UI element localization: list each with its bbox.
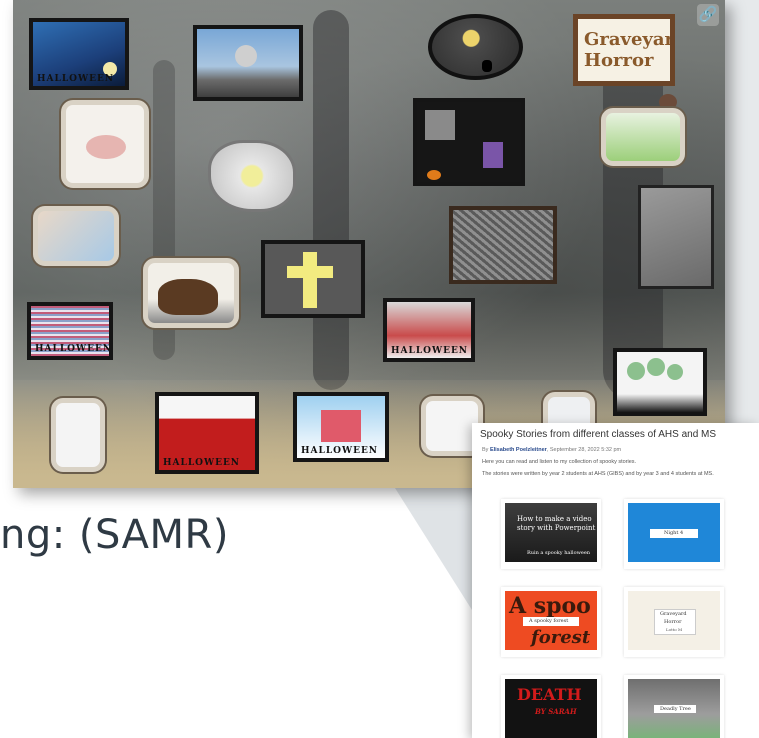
tile-sketch-window[interactable] <box>449 206 557 284</box>
post-intro: Here you can read and listen to my colle… <box>482 459 637 465</box>
card-thumbnail: How to make a video story with Powerpoin… <box>505 503 597 562</box>
tree-icon <box>667 364 683 380</box>
card-thumbnail: DEATH BY SARAH <box>505 679 597 738</box>
tile-red-house-snow[interactable]: HALLOWEEN <box>293 392 389 462</box>
card-spooky-forest[interactable]: A spoo A spooky forest forest <box>501 587 601 657</box>
post-date: , September 28, 2022 5:32 pm <box>546 447 622 453</box>
tile-red-fire[interactable]: HALLOWEEN <box>155 392 259 474</box>
card-thumbnail: Deadly Tree <box>628 679 720 738</box>
tile-trees-night[interactable] <box>613 348 707 416</box>
post-description: The stories were written by year 2 stude… <box>482 471 714 477</box>
tile-halloween-night-sky[interactable]: HALLOWEEN <box>29 18 129 90</box>
post-title: Spooky Stories from different classes of… <box>480 429 717 440</box>
tile-caption: HALLOWEEN <box>37 74 115 84</box>
house-shape <box>321 410 361 442</box>
cat-icon <box>482 60 492 72</box>
castle-shape <box>425 110 455 140</box>
angels-sketch <box>86 135 126 159</box>
card-thumbnail: Night 4 <box>628 503 720 562</box>
card-text: story with Powerpoint <box>517 524 596 532</box>
post-byline: By Elisabeth Poelzleitner, September 28,… <box>482 447 621 453</box>
tile-graveyard-moon[interactable] <box>193 25 303 101</box>
card-text: Ruin a spooky halloween <box>527 550 591 556</box>
card-big-text: forest <box>531 627 591 648</box>
card-graveyard[interactable]: Graveyard Horror Lotto M <box>624 587 724 657</box>
card-text: Lotto M <box>666 627 683 632</box>
tile-graveyard-horror-title[interactable]: Graveyard Horror <box>573 14 675 86</box>
tile-two-figures[interactable] <box>33 206 119 266</box>
card-text: How to make a video <box>517 515 592 523</box>
pumpkin-icon <box>427 170 441 180</box>
tile-caption: HALLOWEEN <box>391 346 469 356</box>
tile-caption: HALLOWEEN <box>35 344 113 354</box>
tile-haunted-castle-witch[interactable] <box>413 98 525 186</box>
card-thumbnail: Graveyard Horror Lotto M <box>628 591 720 650</box>
link-icon[interactable]: 🔗 <box>697 4 719 26</box>
card-deadly-tree[interactable]: Deadly Tree <box>624 675 724 738</box>
cross-shape <box>303 252 317 308</box>
tile-ghost-white[interactable] <box>51 398 105 472</box>
cat-shape <box>158 279 218 315</box>
tile-pattern-halloween[interactable]: HALLOWEEN <box>27 302 113 360</box>
tree-icon <box>647 358 665 376</box>
card-text: Graveyard <box>660 611 687 617</box>
tree-icon <box>627 362 645 380</box>
tile-caption: HALLOWEEN <box>301 446 379 456</box>
cross-shape <box>287 266 333 278</box>
tile-caption: HALLOWEEN <box>163 458 241 468</box>
byline-prefix: By <box>482 447 489 453</box>
padlet-post-panel: Spooky Stories from different classes of… <box>472 423 759 738</box>
card-text: A spooky forest <box>529 618 569 624</box>
tree-shadow <box>313 10 349 390</box>
tile-gray-stone[interactable] <box>638 185 714 289</box>
tile-moon-cat-oval[interactable] <box>428 14 523 80</box>
card-video[interactable]: How to make a video story with Powerpoin… <box>501 499 601 569</box>
tile-house-halloween[interactable]: HALLOWEEN <box>383 298 475 362</box>
card-blue[interactable]: Night 4 <box>624 499 724 569</box>
tile-title: Graveyard Horror <box>584 29 675 71</box>
tile-landscape-drawing[interactable] <box>601 108 685 166</box>
moon-icon <box>235 45 257 67</box>
tile-ghost-cloud[interactable] <box>208 140 296 212</box>
tile-brown-cat[interactable] <box>143 258 239 328</box>
author-link[interactable]: Elisabeth Poelzleitner <box>490 447 547 453</box>
tile-yellow-cross[interactable] <box>261 240 365 318</box>
card-text: Horror <box>664 619 682 625</box>
card-death[interactable]: DEATH BY SARAH <box>501 675 601 738</box>
slide-heading: ng: (SAMR) <box>0 512 229 558</box>
card-thumbnail: A spoo A spooky forest forest <box>505 591 597 650</box>
halloween-board: 🔗 HALLOWEEN Graveyard Horror HALLOWEEN H… <box>13 0 725 488</box>
card-text: Deadly Tree <box>660 706 691 712</box>
card-big-text: DEATH <box>517 685 582 704</box>
card-text: Night 4 <box>664 530 684 536</box>
card-big-text: A spoo <box>509 593 591 619</box>
card-text: BY SARAH <box>535 707 577 716</box>
witch-shape <box>483 142 503 168</box>
tile-angels-drawing[interactable] <box>61 100 149 188</box>
